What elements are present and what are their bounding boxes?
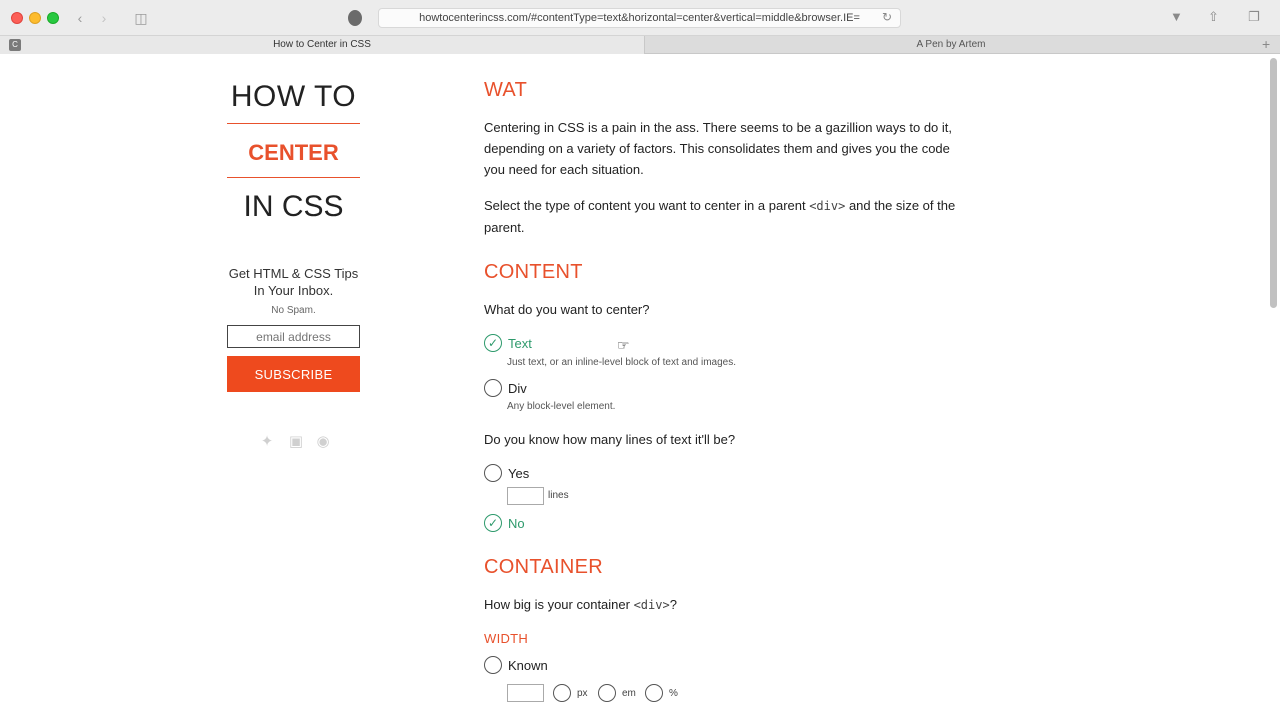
privacy-shield-icon[interactable] [348,10,362,26]
no-spam-note: No Spam. [271,305,316,316]
yes-option-label[interactable]: Yes [508,466,529,481]
back-button[interactable]: ‹ [69,9,91,27]
scroll-thumb[interactable] [1270,58,1277,308]
container-question: How big is your container <div>? [484,597,677,612]
unit-px-label: px [577,688,588,699]
known-width-label[interactable]: Known [508,658,548,673]
maximize-window-button[interactable] [47,12,59,24]
select-text-a: Select the type of content you want to c… [484,198,810,213]
logo-divider [227,123,360,124]
check-icon: ✓ [487,336,499,350]
page-scrollbar[interactable] [1268,56,1278,720]
div-radio[interactable] [484,379,502,397]
known-width-radio[interactable] [484,656,502,674]
tabs-overview-icon[interactable]: ❐ [1248,9,1260,25]
share-icon[interactable]: ⇧ [1208,9,1219,25]
unit-em-label: em [622,688,636,699]
logo-line-2: CENTER [248,140,339,165]
close-window-button[interactable] [11,12,23,24]
reload-icon[interactable]: ↻ [882,10,892,24]
div-option-label[interactable]: Div [508,381,527,396]
check-icon: ✓ [487,516,499,530]
div-option-desc: Any block-level element. [507,401,616,412]
window-titlebar: ‹ › ◫ howtocenterincss.com/#contentType=… [0,0,1280,36]
content-heading: CONTENT [484,261,583,283]
subscribe-button[interactable]: SUBSCRIBE [227,356,360,392]
chevron-left-icon: ‹ [77,10,83,26]
select-paragraph: Select the type of content you want to c… [484,195,969,238]
tab-pen-by-artem[interactable]: A Pen by Artem [645,36,1257,54]
tab-label: A Pen by Artem [916,39,986,50]
tab-bar: C How to Center in CSS A Pen by Artem + [0,36,1280,54]
newsletter-tips: Get HTML & CSS Tips In Your Inbox. [228,266,359,298]
downloads-icon[interactable]: ▼ [1170,9,1183,24]
text-option-desc: Just text, or an inline-level block of t… [507,357,737,368]
logo-line-3: IN CSS [243,190,344,223]
container-question-b: ? [669,597,677,612]
email-input[interactable] [227,325,360,348]
new-tab-button[interactable]: + [1262,36,1270,52]
width-heading: WIDTH [484,631,529,646]
address-bar[interactable]: howtocenterincss.com/#contentType=text&h… [378,8,901,28]
facebook-icon[interactable]: ▣ [286,432,306,450]
twitter-icon[interactable]: ✦ [257,432,277,450]
lines-input[interactable] [507,487,544,505]
logo-divider [227,177,360,178]
container-heading: CONTAINER [484,556,603,578]
div-code: <div> [809,199,846,213]
no-option-label[interactable]: No [508,516,525,531]
hand-cursor-icon: ☞ [617,337,630,353]
div-code: <div> [633,598,670,612]
text-option-label[interactable]: Text [508,336,532,351]
unit-percent-label: % [669,688,678,699]
unit-em-radio[interactable] [598,684,616,702]
unit-px-radio[interactable] [553,684,571,702]
tab-favicon: C [9,39,21,51]
minimize-window-button[interactable] [29,12,41,24]
forward-button[interactable]: › [93,9,115,27]
lines-suffix: lines [548,490,569,501]
wat-heading: WAT [484,79,528,101]
content-question: What do you want to center? [484,302,650,317]
logo-line-1: HOW TO [230,80,357,113]
text-radio[interactable]: ✓ [484,334,502,352]
chevron-right-icon: › [101,10,107,26]
width-value-input[interactable] [507,684,544,702]
tab-how-to-center[interactable]: C How to Center in CSS [0,36,645,54]
sidebar-icon: ◫ [134,10,148,26]
intro-paragraph: Centering in CSS is a pain in the ass. T… [484,120,953,177]
sidebar-toggle-button[interactable]: ◫ [130,9,152,27]
tab-label: How to Center in CSS [273,39,371,50]
unit-percent-radio[interactable] [645,684,663,702]
yes-radio[interactable] [484,464,502,482]
no-radio[interactable]: ✓ [484,514,502,532]
github-icon[interactable]: ◉ [313,432,333,450]
container-question-a: How big is your container [484,597,634,612]
lines-question: Do you know how many lines of text it'll… [484,432,736,447]
